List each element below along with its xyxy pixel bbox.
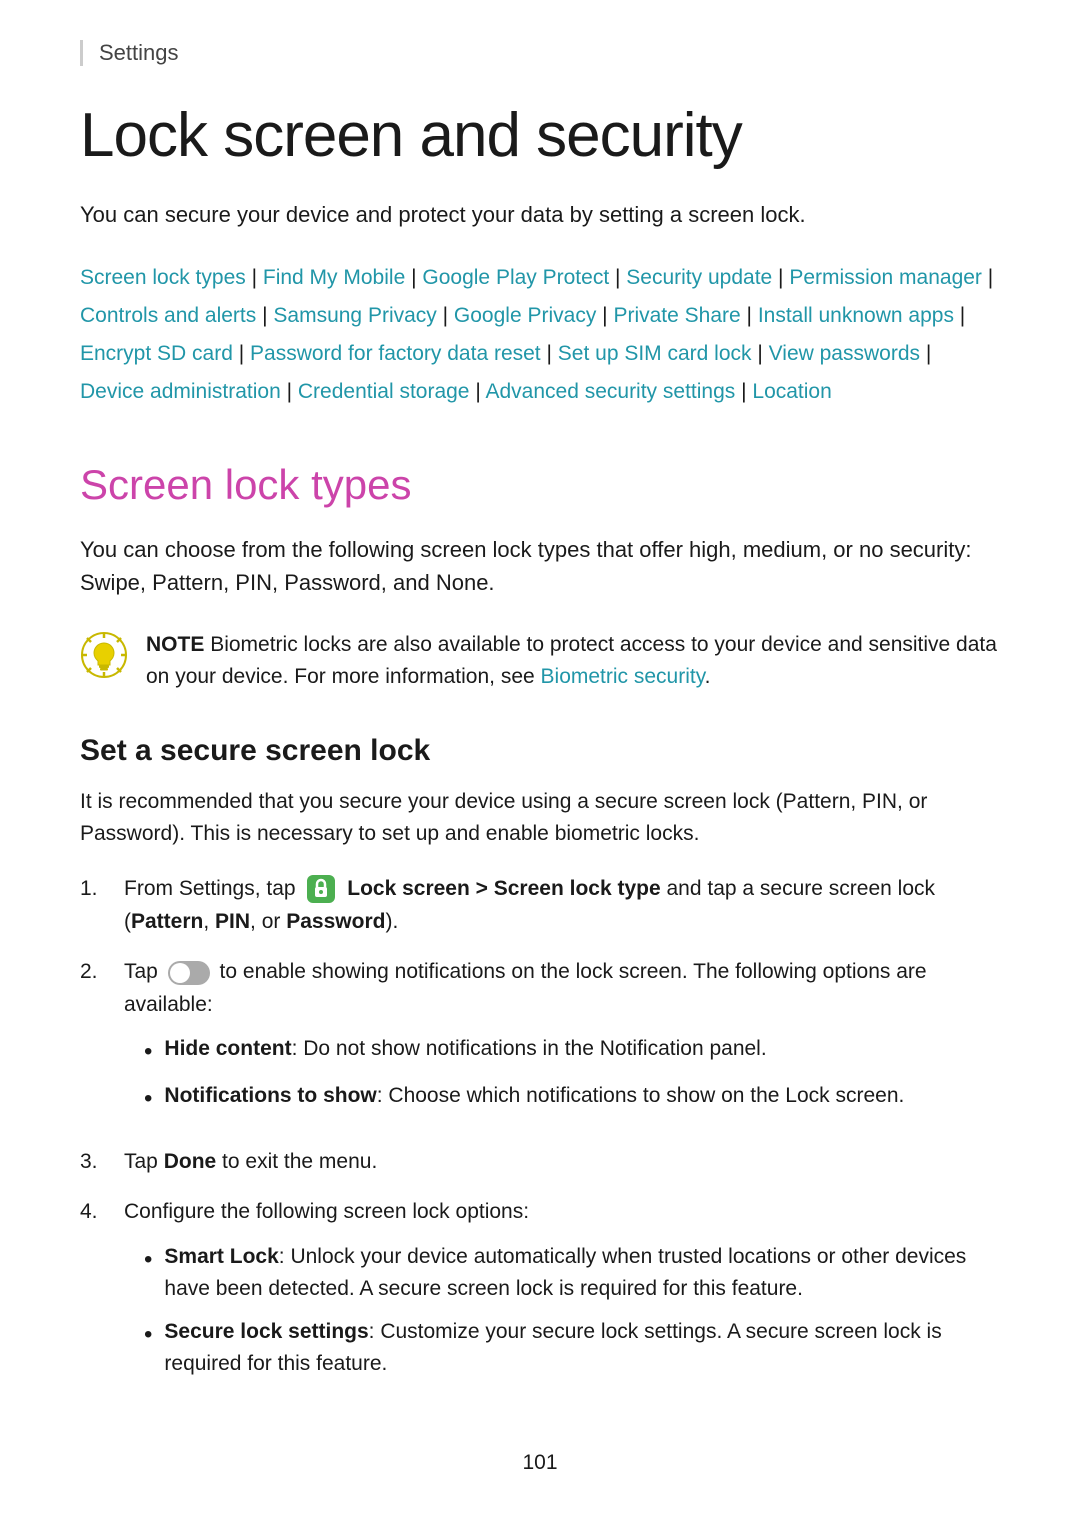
step-4-num: 4. — [80, 1196, 112, 1391]
nav-link-encrypt-sd-card[interactable]: Encrypt SD card — [80, 342, 233, 365]
step-4-content: Configure the following screen lock opti… — [124, 1196, 1000, 1391]
nav-link-find-my-mobile[interactable]: Find My Mobile — [263, 266, 405, 289]
nav-link-install-unknown-apps[interactable]: Install unknown apps — [758, 304, 954, 327]
note-box: NOTE Biometric locks are also available … — [80, 629, 1000, 694]
step-1-bold-text: Lock screen > Screen lock type — [347, 877, 660, 900]
secure-lock-settings-label: Secure lock settings — [164, 1320, 368, 1343]
nav-link-credential-storage[interactable]: Credential storage — [298, 380, 470, 403]
nav-link-location[interactable]: Location — [752, 380, 831, 403]
note-biometric-link[interactable]: Biometric security — [541, 665, 705, 688]
breadcrumb-text: Settings — [99, 40, 179, 65]
nav-link-security-update[interactable]: Security update — [626, 266, 772, 289]
step-2: 2. Tap to enable showing notifications o… — [80, 956, 1000, 1127]
step-3: 3. Tap Done to exit the menu. — [80, 1146, 1000, 1179]
step-3-done: Done — [164, 1150, 217, 1173]
step-2-num: 2. — [80, 956, 112, 1127]
nav-link-google-play-protect[interactable]: Google Play Protect — [422, 266, 609, 289]
breadcrumb: Settings — [80, 40, 1000, 66]
nav-link-google-privacy[interactable]: Google Privacy — [454, 304, 596, 327]
screen-lock-types-intro: You can choose from the following screen… — [80, 533, 1000, 599]
subsection-title-secure-lock: Set a secure screen lock — [80, 734, 1000, 768]
step-1-password: Password — [286, 910, 385, 933]
nav-link-controls-and-alerts[interactable]: Controls and alerts — [80, 304, 256, 327]
page-number: 101 — [80, 1451, 1000, 1475]
notifications-to-show-label: Notifications to show — [164, 1084, 376, 1107]
page-intro: You can secure your device and protect y… — [80, 198, 1000, 231]
bullet-hide-content: Hide content: Do not show notifications … — [124, 1033, 1000, 1070]
note-text: NOTE Biometric locks are also available … — [146, 629, 1000, 694]
step-4-bullets: Smart Lock: Unlock your device automatic… — [124, 1241, 1000, 1381]
note-label: NOTE — [146, 633, 204, 656]
bullet-smart-lock: Smart Lock: Unlock your device automatic… — [124, 1241, 1000, 1306]
nav-link-device-administration[interactable]: Device administration — [80, 380, 281, 403]
step-1-pattern: Pattern — [131, 910, 203, 933]
bullet-secure-lock-settings: Secure lock settings: Customize your sec… — [124, 1316, 1000, 1381]
note-icon — [80, 631, 128, 679]
nav-link-view-passwords[interactable]: View passwords — [769, 342, 920, 365]
steps-list: 1. From Settings, tap Lock screen > Scre… — [80, 873, 1000, 1391]
toggle-switch-icon — [168, 961, 210, 985]
nav-link-samsung-privacy[interactable]: Samsung Privacy — [273, 304, 436, 327]
nav-link-password-factory-reset[interactable]: Password for factory data reset — [250, 342, 541, 365]
nav-links-block: Screen lock types | Find My Mobile | Goo… — [80, 259, 1000, 410]
step-3-num: 3. — [80, 1146, 112, 1179]
step-1-num: 1. — [80, 873, 112, 938]
step-1-content: From Settings, tap Lock screen > Screen … — [124, 873, 1000, 938]
nav-link-set-up-sim-card-lock[interactable]: Set up SIM card lock — [558, 342, 752, 365]
nav-link-screen-lock-types[interactable]: Screen lock types — [80, 266, 246, 289]
nav-link-private-share[interactable]: Private Share — [613, 304, 740, 327]
step-2-content: Tap to enable showing notifications on t… — [124, 956, 1000, 1127]
section-title-screen-lock-types: Screen lock types — [80, 460, 1000, 510]
lock-screen-icon — [305, 873, 337, 905]
step-1-pin: PIN — [215, 910, 250, 933]
smart-lock-label: Smart Lock — [164, 1245, 278, 1268]
nav-link-permission-manager[interactable]: Permission manager — [789, 266, 982, 289]
hide-content-label: Hide content — [164, 1037, 291, 1060]
page-title: Lock screen and security — [80, 102, 1000, 170]
step-1: 1. From Settings, tap Lock screen > Scre… — [80, 873, 1000, 938]
nav-link-advanced-security-settings[interactable]: Advanced security settings — [485, 380, 735, 403]
step-2-bullets: Hide content: Do not show notifications … — [124, 1033, 1000, 1117]
step-3-content: Tap Done to exit the menu. — [124, 1146, 1000, 1179]
step-4: 4. Configure the following screen lock o… — [80, 1196, 1000, 1391]
subsection-intro-secure-lock: It is recommended that you secure your d… — [80, 786, 1000, 851]
bullet-notifications-to-show: Notifications to show: Choose which noti… — [124, 1080, 1000, 1117]
